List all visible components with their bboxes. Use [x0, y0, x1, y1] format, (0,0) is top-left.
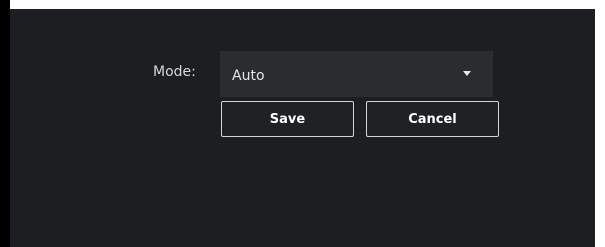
cancel-button[interactable]: Cancel [366, 101, 499, 137]
window-left-edge [0, 0, 10, 247]
save-button[interactable]: Save [221, 101, 354, 137]
chevron-down-icon [463, 71, 471, 76]
mode-select-value: Auto [232, 68, 265, 84]
mode-label: Mode: [153, 64, 196, 80]
mode-select[interactable]: Auto [220, 51, 493, 97]
app-frame: Mode: Auto Save Cancel [0, 0, 605, 247]
